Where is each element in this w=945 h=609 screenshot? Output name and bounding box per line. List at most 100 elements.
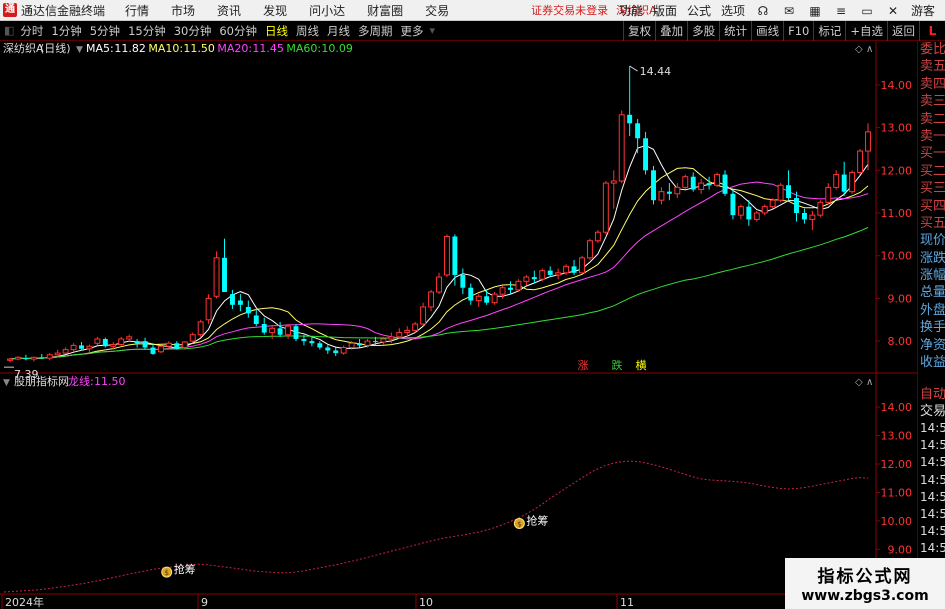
period-label: (日线): [40, 41, 71, 55]
candle-body: [643, 138, 649, 171]
adjust-button[interactable]: 复权: [623, 21, 655, 41]
side-item[interactable]: 外盘: [918, 302, 945, 319]
sub-diamond-icon: ◇: [855, 377, 863, 388]
auto-label[interactable]: 自动: [918, 386, 945, 403]
side-item[interactable]: 买五: [918, 215, 945, 232]
menu-news[interactable]: 资讯: [217, 2, 241, 19]
menu-formula[interactable]: 公式: [687, 2, 711, 19]
candle-body: [54, 352, 61, 356]
side-lower: 自动 交易 14:56 14:56 14:56 14:56 14:56 14:56 14:5…: [918, 386, 945, 558]
candle-body: [539, 270, 546, 280]
candle-body: [499, 287, 506, 295]
collapse-icon[interactable]: ◧: [4, 24, 14, 37]
period-1min[interactable]: 1分钟: [51, 23, 81, 39]
menu-layout[interactable]: 版面: [653, 2, 677, 19]
menu-function[interactable]: 功能: [619, 2, 643, 19]
y-label: 13.00: [881, 122, 913, 135]
stats-button[interactable]: 统计: [719, 21, 751, 41]
menu-ask[interactable]: 问小达: [309, 2, 345, 19]
x-label: 11: [620, 596, 634, 609]
candle-body: [134, 341, 140, 344]
period-15min[interactable]: 15分钟: [128, 23, 166, 39]
candle-body: [555, 272, 562, 276]
ma-label: MA20:: [217, 42, 252, 55]
grid-icon[interactable]: ▦: [807, 4, 823, 18]
candle-body: [14, 356, 21, 360]
side-item[interactable]: 卖四: [918, 76, 945, 93]
candle-body: [825, 186, 832, 203]
period-60min[interactable]: 60分钟: [219, 23, 257, 39]
candle-body: [563, 265, 570, 274]
side-time: 14:56: [920, 421, 945, 435]
menu-wealth[interactable]: 财富圈: [367, 2, 403, 19]
period-weekly[interactable]: 周线: [296, 23, 319, 39]
collapse-up-icon: ∧: [866, 44, 873, 55]
candle-body: [865, 131, 871, 152]
menu-icon[interactable]: ≡: [833, 4, 849, 18]
overlay-button[interactable]: 叠加: [655, 21, 687, 41]
side-item[interactable]: 买四: [918, 198, 945, 215]
period-daily[interactable]: 日线: [265, 23, 288, 39]
l-button[interactable]: L: [919, 21, 945, 41]
mark-button[interactable]: 标记: [813, 21, 845, 41]
candle-body: [213, 257, 220, 297]
candle-body: [118, 338, 125, 346]
more-dropdown-icon[interactable]: ▾: [429, 24, 435, 37]
draw-button[interactable]: 画线: [751, 21, 783, 41]
back-button[interactable]: 返回: [887, 21, 919, 41]
add-watchlist-button[interactable]: +自选: [845, 21, 887, 41]
menu-options[interactable]: 选项: [721, 2, 745, 19]
candle-body: [285, 325, 292, 336]
candle-body: [110, 344, 117, 347]
side-item[interactable]: 委比: [918, 41, 945, 58]
side-item[interactable]: 换手: [918, 319, 945, 336]
headset-icon[interactable]: ☊: [755, 4, 771, 18]
guest-label[interactable]: 游客: [911, 2, 935, 19]
menu-trade[interactable]: 交易: [425, 2, 449, 19]
side-item[interactable]: 卖二: [918, 111, 945, 128]
legend-dropdown-icon: ▼: [76, 45, 83, 55]
kline-chart[interactable]: 深纺织A(日线) ▼ MA5: 11.82 MA10: 11.50 MA20: 11.45 MA…: [0, 41, 917, 609]
trade-label[interactable]: 交易: [918, 403, 945, 420]
candle-body: [94, 338, 101, 344]
period-5min[interactable]: 5分钟: [90, 23, 120, 39]
ma5-line: [9, 144, 869, 360]
side-item[interactable]: 收益: [918, 354, 945, 371]
period-multi[interactable]: 多周期: [358, 23, 393, 39]
side-item[interactable]: 总量: [918, 284, 945, 301]
side-item[interactable]: 涨跌: [918, 250, 945, 267]
side-item[interactable]: 买一: [918, 145, 945, 162]
period-monthly[interactable]: 月线: [327, 23, 350, 39]
multi-stock-button[interactable]: 多股: [687, 21, 719, 41]
menu-markets[interactable]: 市场: [171, 2, 195, 19]
side-item[interactable]: 卖五: [918, 58, 945, 75]
close-icon[interactable]: ✕: [885, 4, 901, 18]
menu-discover[interactable]: 发现: [263, 2, 287, 19]
marker-0: 涨: [578, 359, 589, 372]
candle-body: [722, 174, 728, 194]
y-label: 12.00: [881, 164, 913, 177]
candle-body: [436, 276, 442, 293]
login-warning[interactable]: 证券交易未登录: [531, 2, 608, 18]
mail-icon[interactable]: ✉: [781, 4, 797, 18]
period-30min[interactable]: 30分钟: [174, 23, 212, 39]
side-item[interactable]: 卖三: [918, 93, 945, 110]
sub-line: [3, 460, 869, 593]
side-item[interactable]: 现价: [918, 232, 945, 249]
side-item[interactable]: 净资: [918, 337, 945, 354]
side-time: 14:56: [920, 489, 945, 504]
candle-body: [753, 212, 760, 220]
candle-body: [357, 343, 363, 346]
period-timeshare[interactable]: 分时: [20, 23, 43, 39]
watermark-title: 指标公式网: [817, 567, 913, 587]
minimize-icon[interactable]: ▭: [859, 4, 875, 18]
side-item[interactable]: 卖一: [918, 128, 945, 145]
money-bag-glyph: $: [164, 569, 168, 577]
side-item[interactable]: 买三: [918, 180, 945, 197]
side-item[interactable]: 买二: [918, 163, 945, 180]
y-label: 11.00: [881, 207, 913, 220]
f10-button[interactable]: F10: [783, 21, 813, 41]
period-more[interactable]: 更多: [400, 23, 423, 39]
side-item[interactable]: 涨幅: [918, 267, 945, 284]
menu-market[interactable]: 行情: [125, 2, 149, 19]
